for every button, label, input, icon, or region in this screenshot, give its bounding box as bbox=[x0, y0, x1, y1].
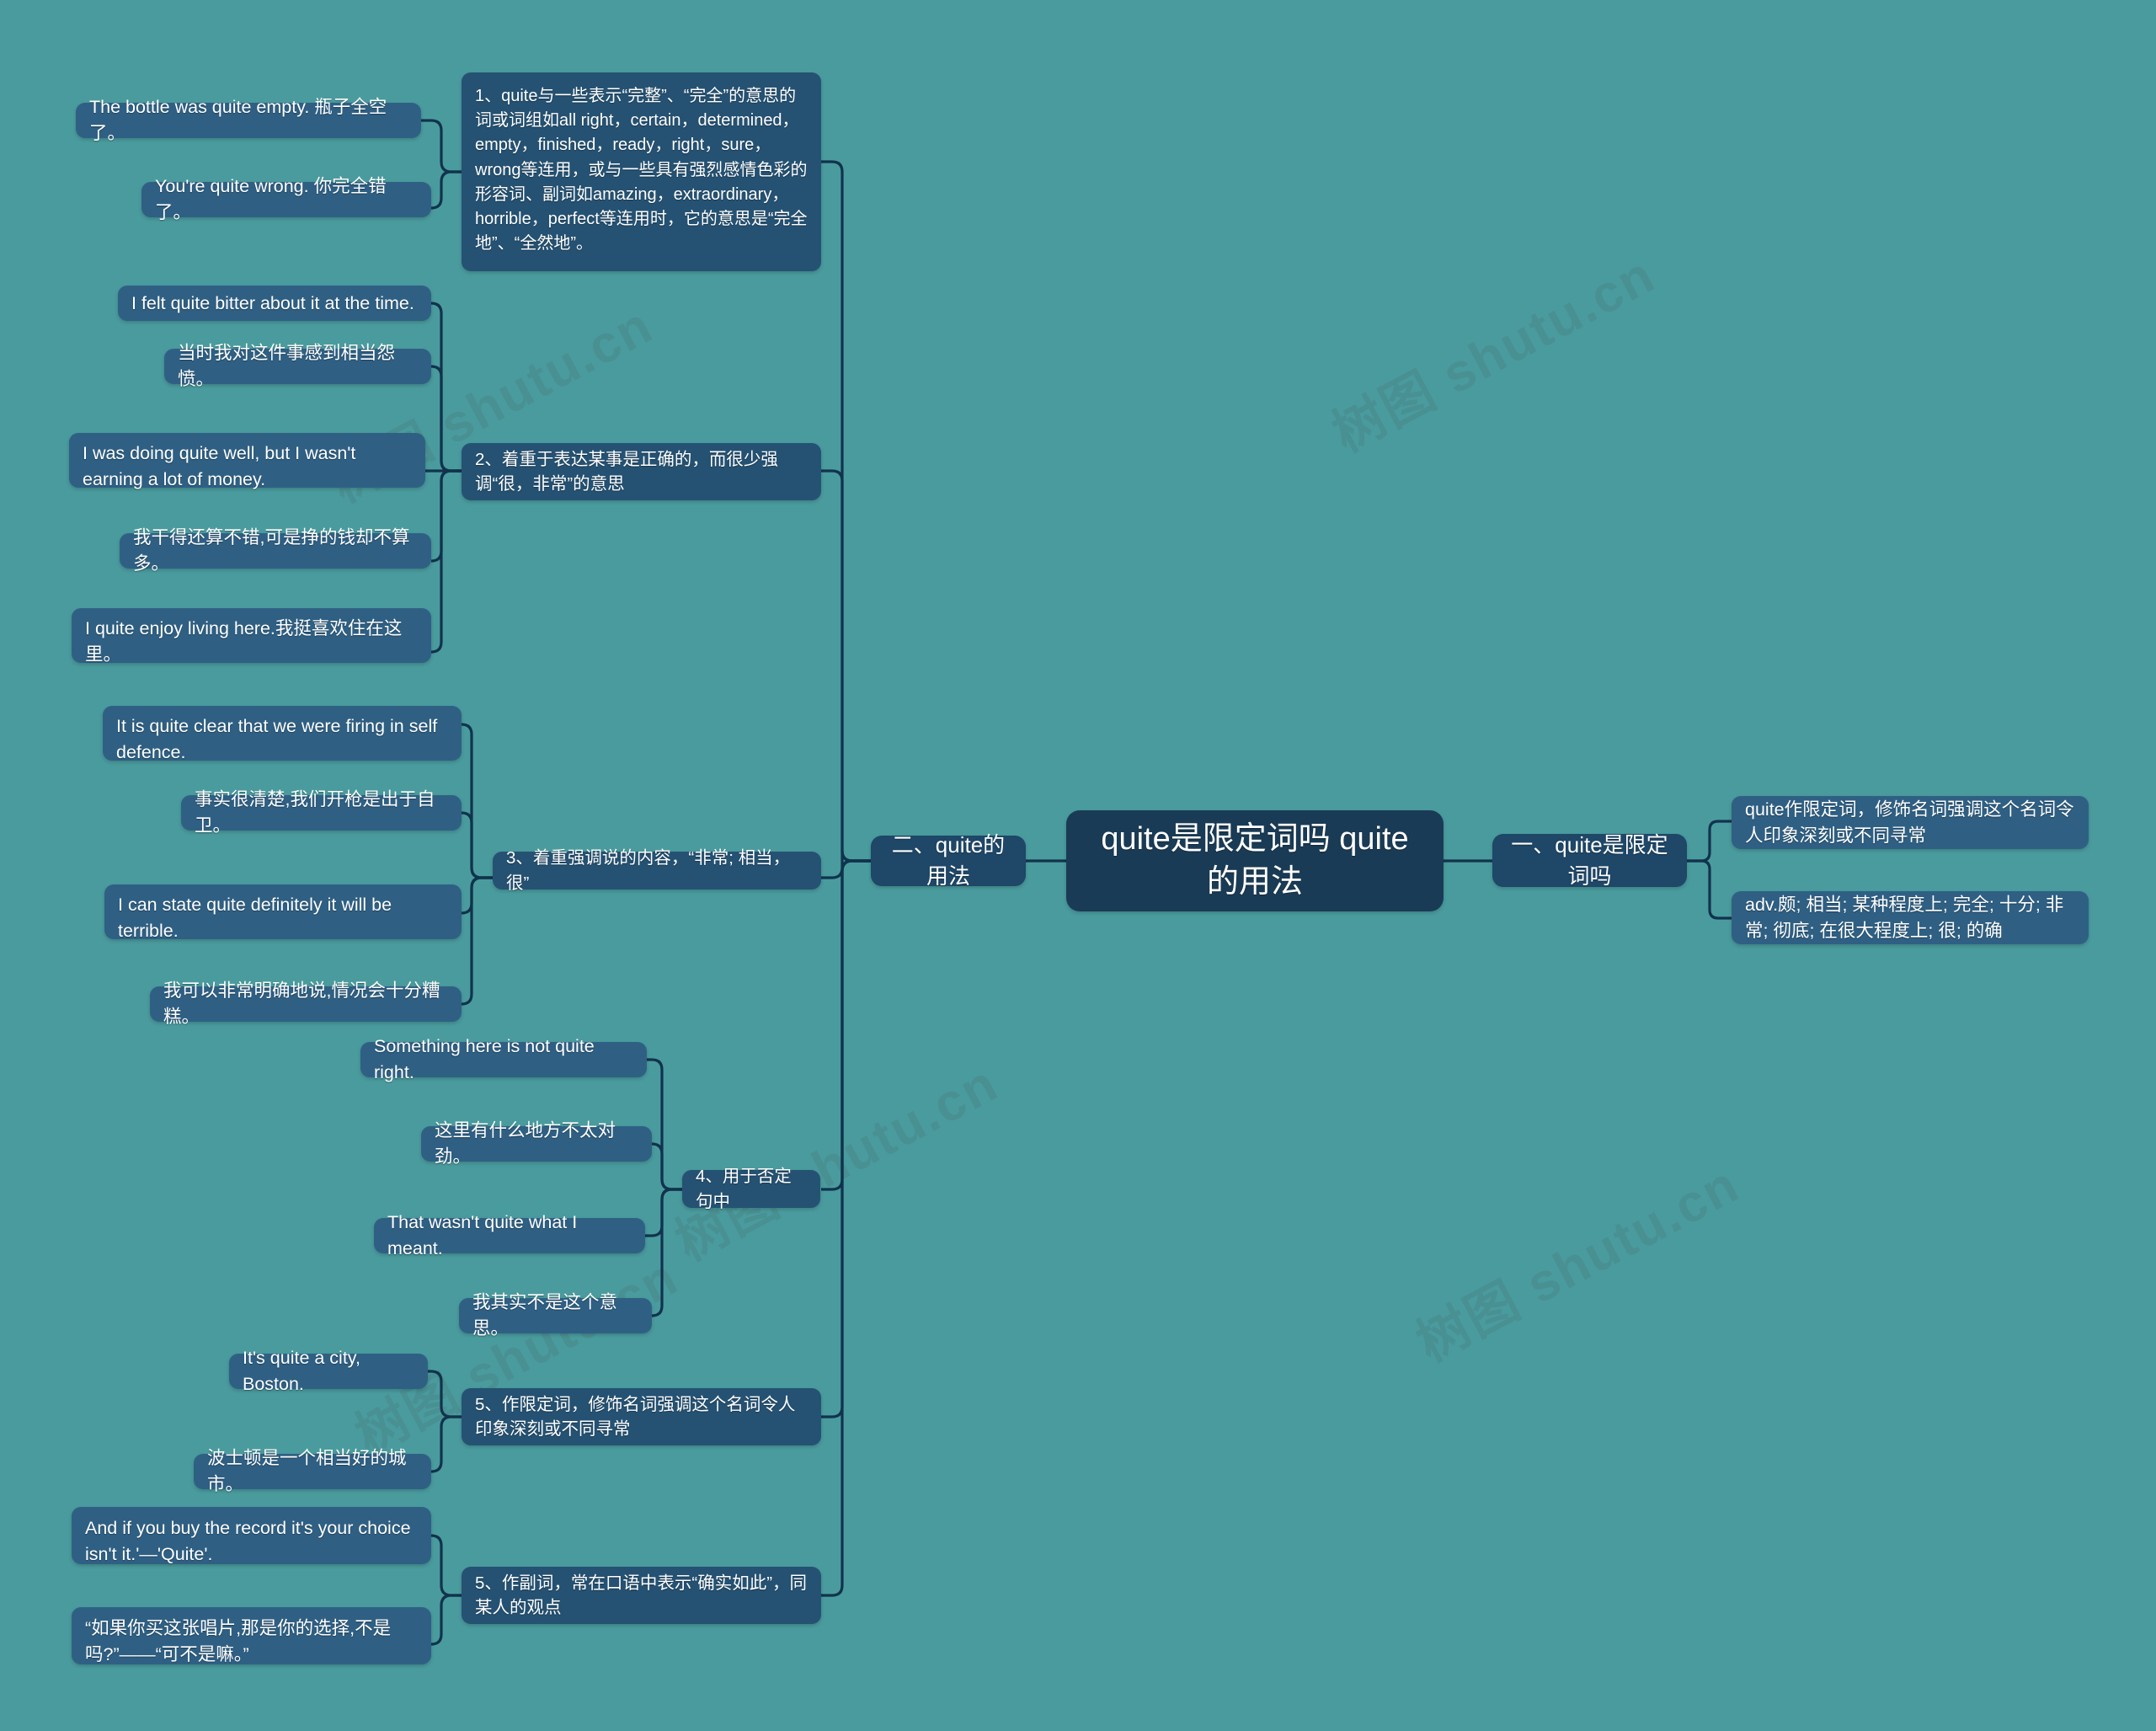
example-2-1[interactable]: I felt quite bitter about it at the time… bbox=[118, 286, 431, 321]
example-4-2[interactable]: 这里有什么地方不太对劲。 bbox=[421, 1120, 652, 1167]
example-3-4[interactable]: 我可以非常明确地说,情况会十分糟糕。 bbox=[150, 980, 462, 1027]
watermark: 树图 shutu.cn bbox=[666, 1054, 1008, 1273]
topic-node-5b[interactable]: 5、作副词，常在口语中表示“确实如此”，同某人的观点 bbox=[462, 1567, 821, 1624]
watermark: 树图 shutu.cn bbox=[1407, 1155, 1749, 1374]
example-4-3[interactable]: That wasn't quite what I meant. bbox=[374, 1212, 645, 1258]
topic-node-4[interactable]: 4、用于否定句中 bbox=[682, 1167, 820, 1211]
example-1-2[interactable]: You're quite wrong. 你完全错了。 bbox=[141, 176, 431, 222]
example-4-4[interactable]: 我其实不是这个意思。 bbox=[459, 1292, 652, 1338]
leaf-adverb-meanings[interactable]: adv.颇; 相当; 某种程度上; 完全; 十分; 非常; 彻底; 在很大程度上… bbox=[1732, 891, 2089, 944]
root-node[interactable]: quite是限定词吗 quite的用法 bbox=[1066, 810, 1444, 911]
example-4-1[interactable]: Something here is not quite right. bbox=[360, 1036, 647, 1082]
example-2-2[interactable]: 当时我对这件事感到相当怨愤。 bbox=[164, 343, 431, 389]
watermark: 树图 shutu.cn bbox=[1323, 245, 1665, 464]
example-3-2[interactable]: 事实很清楚,我们开枪是出于自卫。 bbox=[181, 789, 462, 836]
level1-node-quite-determiner[interactable]: 一、quite是限定词吗 bbox=[1492, 832, 1687, 889]
topic-node-3[interactable]: 3、着重强调说的内容，“非常; 相当，很” bbox=[493, 848, 821, 893]
topic-node-2[interactable]: 2、着重于表达某事是正确的，而很少强调“很，非常”的意思 bbox=[462, 443, 821, 500]
example-2-4[interactable]: 我干得还算不错,可是挣的钱却不算多。 bbox=[120, 527, 431, 574]
leaf-determiner-definition[interactable]: quite作限定词，修饰名词强调这个名词令人印象深刻或不同寻常 bbox=[1732, 796, 2089, 849]
example-3-3[interactable]: I can state quite definitely it will be … bbox=[104, 884, 462, 941]
level1-node-quite-usage[interactable]: 二、quite的用法 bbox=[871, 832, 1026, 889]
topic-node-1[interactable]: 1、quite与一些表示“完整”、“完全”的意思的词或词组如all right，… bbox=[462, 72, 821, 271]
example-2-3[interactable]: I was doing quite well, but I wasn't ear… bbox=[69, 433, 425, 489]
example-5a-2[interactable]: 波士顿是一个相当好的城市。 bbox=[194, 1448, 431, 1494]
mindmap-canvas: 树图 shutu.cn 树图 shutu.cn 树图 shutu.cn 树图 s… bbox=[0, 0, 2156, 1731]
example-5b-2[interactable]: “如果你买这张唱片,那是你的选择,不是吗?”——“可不是嘛。” bbox=[72, 1607, 431, 1664]
example-5b-1[interactable]: And if you buy the record it's your choi… bbox=[72, 1507, 431, 1564]
example-1-1[interactable]: The bottle was quite empty. 瓶子全空了。 bbox=[76, 97, 421, 143]
example-5a-1[interactable]: It's quite a city, Boston. bbox=[229, 1348, 428, 1394]
example-2-5[interactable]: I quite enjoy living here.我挺喜欢住在这里。 bbox=[72, 608, 431, 665]
topic-node-5a[interactable]: 5、作限定词，修饰名词强调这个名词令人印象深刻或不同寻常 bbox=[462, 1388, 821, 1445]
example-3-1[interactable]: It is quite clear that we were firing in… bbox=[103, 706, 462, 762]
